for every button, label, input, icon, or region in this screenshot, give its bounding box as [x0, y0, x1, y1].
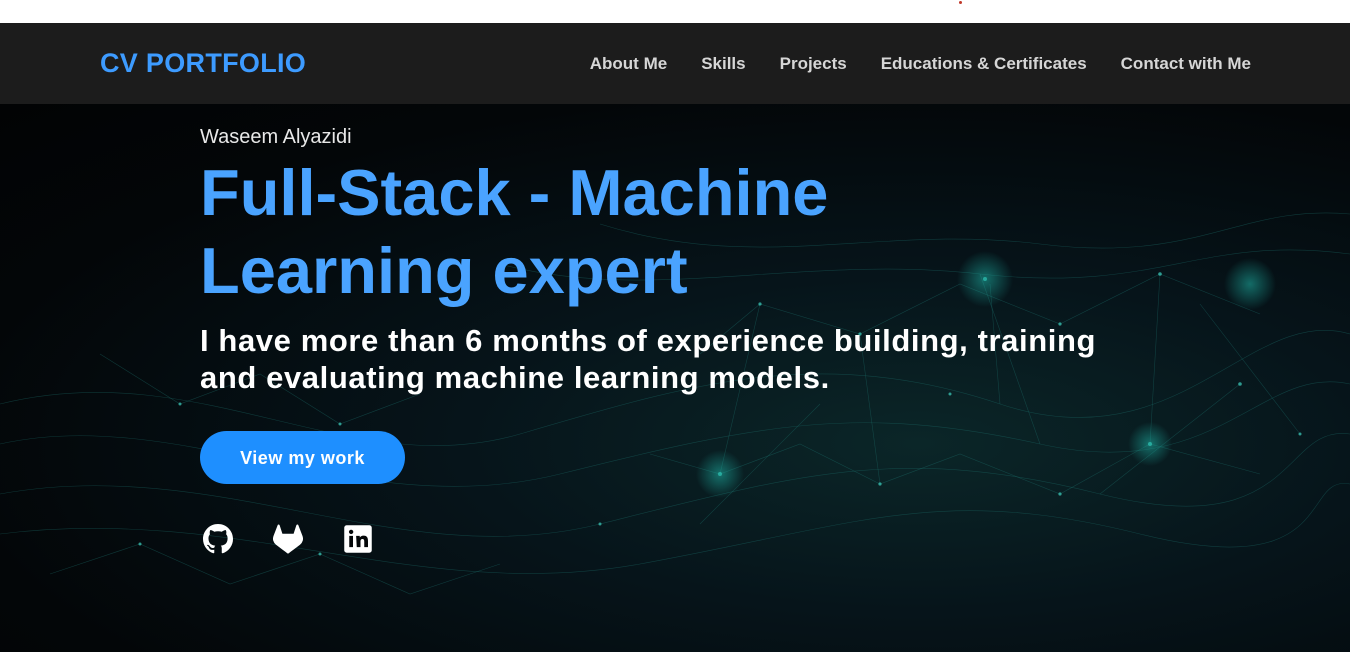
nav-link-about[interactable]: About Me	[590, 53, 667, 75]
github-icon	[203, 524, 233, 554]
nav-link-educations[interactable]: Educations & Certificates	[881, 53, 1087, 75]
nav-link-contact[interactable]: Contact with Me	[1121, 53, 1251, 75]
gitlab-icon	[273, 524, 303, 554]
brand-logo[interactable]: CV PORTFOLIO	[100, 47, 306, 79]
nav-links: About Me Skills Projects Educations & Ce…	[590, 53, 1251, 75]
browser-top-strip	[0, 0, 1350, 23]
linkedin-icon	[344, 525, 372, 553]
github-link[interactable]	[203, 524, 233, 554]
author-name: Waseem Alyazidi	[200, 126, 352, 148]
hero-tagline: I have more than 6 months of experience …	[200, 323, 1097, 395]
navbar: CV PORTFOLIO About Me Skills Projects Ed…	[0, 23, 1350, 104]
linkedin-link[interactable]	[343, 524, 373, 554]
hero-section: Waseem Alyazidi Full-Stack - Machine Lea…	[0, 104, 1350, 652]
social-links	[200, 524, 1180, 554]
red-dot-marker	[959, 1, 962, 4]
view-work-button[interactable]: View my work	[200, 431, 405, 484]
nav-link-projects[interactable]: Projects	[780, 53, 847, 75]
gitlab-link[interactable]	[273, 524, 303, 554]
hero-headline: Full-Stack - Machine Learning expert	[200, 156, 829, 307]
hero-content: Waseem Alyazidi Full-Stack - Machine Lea…	[200, 124, 1180, 554]
nav-link-skills[interactable]: Skills	[701, 53, 745, 75]
